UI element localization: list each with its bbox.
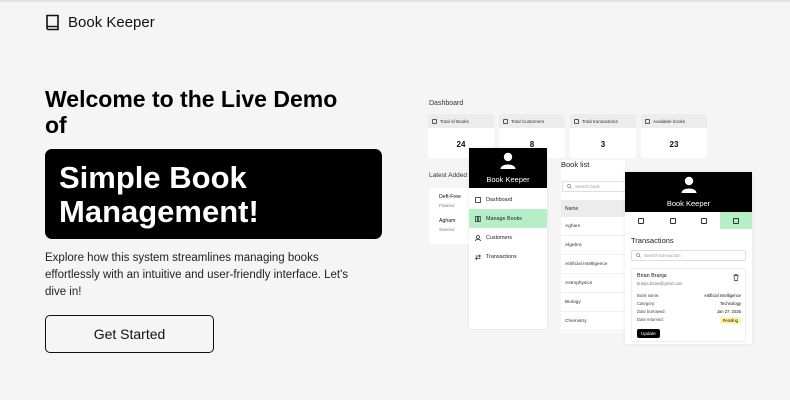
trash-icon	[733, 274, 739, 281]
transaction-field: Date borrowed: Jan 27, 2025	[637, 309, 741, 314]
hero-title: Welcome to the Live Demo of	[45, 86, 338, 138]
tab-customers	[689, 212, 721, 229]
dashboard-icon	[637, 217, 644, 224]
nav-panel-brand: Book Keeper	[486, 175, 530, 184]
stat-label: Total of Books	[440, 118, 469, 124]
book-search-placeholder: Search book	[575, 184, 600, 189]
transaction-field: Category: Technology	[637, 301, 741, 306]
nav-item-customers: Customers	[469, 228, 547, 247]
field-value: Technology	[719, 301, 741, 306]
stat-label: Total Customers	[511, 118, 545, 124]
nav-panel-header: Book Keeper	[469, 148, 547, 188]
field-key: Category:	[637, 301, 656, 306]
nav-item-label: Customers	[486, 234, 513, 241]
transactions-icon	[574, 118, 579, 124]
stat-card-available: Available books 23	[641, 114, 707, 158]
field-key: Date returned:	[637, 317, 664, 322]
book-list-title: Book list	[561, 160, 590, 169]
nav-item-dashboard: Dashboard	[469, 190, 547, 209]
available-books-icon	[645, 118, 650, 124]
field-value: Jan 27, 2025	[716, 309, 741, 314]
transaction-search-placeholder: Search transaction	[644, 253, 681, 258]
book-list-header: Name	[561, 200, 625, 217]
customer-name: Brian Branja	[637, 273, 667, 279]
top-border	[0, 0, 790, 2]
latest-added-title: Latest Added B	[429, 172, 474, 179]
customer-email: branja.brian@gmail.com	[637, 281, 683, 286]
book-row: Artificial Intelligence	[561, 255, 625, 274]
book-search-input: Search book	[562, 181, 626, 192]
transactions-tab-bar	[625, 212, 752, 229]
book-row: Agham	[561, 217, 625, 236]
transaction-search-input: Search transaction	[631, 250, 746, 261]
brand-logo[interactable]: Book Keeper	[45, 14, 155, 31]
hero-description: Explore how this system streamlines mana…	[45, 252, 349, 298]
users-icon	[475, 234, 481, 241]
field-key: Book name:	[637, 293, 660, 298]
field-key: Date borrowed:	[637, 309, 666, 314]
book-row: Astrophysics	[561, 274, 625, 293]
pending-badge: Pending	[719, 317, 741, 324]
transaction-card: Brian Branja branja.brian@gmail.com Book…	[631, 268, 746, 342]
stat-label: Total transactions	[582, 118, 618, 124]
transactions-icon	[475, 253, 481, 260]
latest-book-title: Deft-Free	[439, 194, 461, 200]
stat-value: 23	[669, 140, 679, 149]
user-avatar-icon	[500, 152, 516, 169]
transactions-icon	[733, 217, 740, 224]
dashboard-title: Dashboard	[429, 100, 464, 107]
books-icon	[432, 118, 437, 124]
nav-item-label: Transactions	[486, 253, 517, 260]
transactions-panel-brand: Book Keeper	[666, 199, 711, 208]
book-row: Algebra	[561, 236, 625, 255]
stat-label: Available books	[653, 118, 686, 124]
dashboard-icon	[475, 196, 481, 203]
transactions-panel-header: Book Keeper	[625, 172, 752, 212]
books-icon	[475, 215, 481, 222]
stat-value: 3	[600, 140, 606, 149]
tab-books	[657, 212, 689, 229]
search-icon	[567, 184, 572, 189]
books-icon	[669, 217, 676, 224]
book-list-mockup: Book list Search book Name Agham Algebra…	[561, 160, 626, 332]
tab-transactions	[720, 212, 752, 229]
book-row: Biology	[561, 293, 625, 312]
tab-dashboard	[625, 212, 657, 229]
user-avatar-icon	[681, 176, 696, 193]
nav-panel-mockup: Book Keeper Dashboard Manage Books Custo…	[469, 148, 547, 329]
transactions-mockup: Book Keeper Transactions Search transact…	[625, 172, 752, 344]
transaction-field: Book name: Artificial Intelligence	[637, 293, 741, 298]
brand-name: Book Keeper	[68, 14, 155, 31]
latest-book-category: Finance	[439, 203, 455, 208]
field-value: Artificial Intelligence	[703, 293, 741, 298]
search-icon	[636, 253, 641, 258]
stat-card-transactions: Total transactions 3	[570, 114, 636, 158]
users-icon	[503, 118, 508, 124]
hero-highlight: Simple Book Management!	[45, 149, 382, 239]
book-row: Chemistry	[561, 312, 625, 331]
get-started-button[interactable]: Get Started	[45, 315, 214, 353]
users-icon	[701, 217, 708, 224]
nav-item-label: Manage Books	[486, 215, 522, 222]
nav-item-transactions: Transactions	[469, 247, 547, 266]
transaction-field: Date returned: Pending	[637, 317, 741, 324]
latest-book-category: Science	[439, 227, 455, 232]
latest-book-title: Agham	[439, 218, 456, 224]
nav-item-manage-books: Manage Books	[469, 209, 547, 228]
book-icon	[46, 14, 59, 31]
nav-item-label: Dashboard	[486, 196, 513, 203]
update-button: Update	[637, 329, 660, 338]
transactions-title: Transactions	[631, 236, 674, 245]
